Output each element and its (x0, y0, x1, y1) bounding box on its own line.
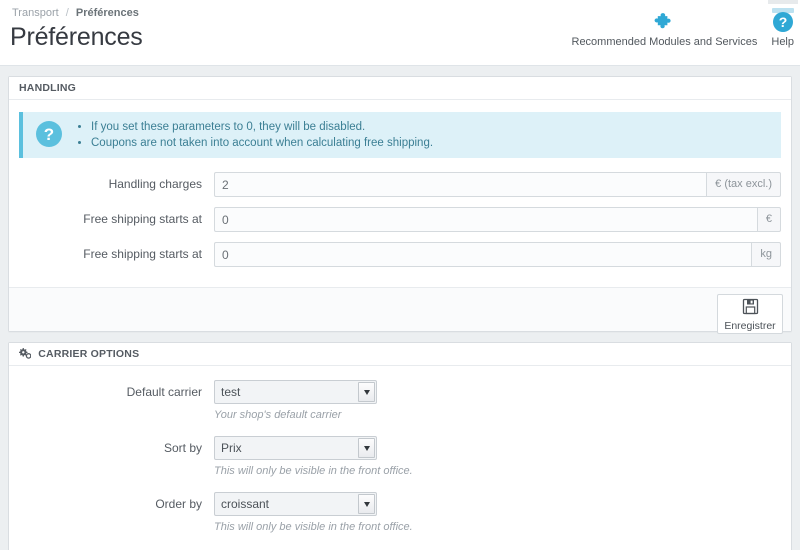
cogs-icon (18, 348, 34, 361)
default-carrier-help: Your shop's default carrier (214, 409, 342, 421)
order-by-row: Order by croissant This will only be vis… (19, 492, 781, 534)
order-by-select[interactable]: croissant (214, 492, 377, 516)
handling-panel-heading: HANDLING (9, 77, 791, 100)
carrier-options-panel: CARRIER OPTIONS Default carrier test You… (8, 342, 792, 550)
sort-by-select[interactable]: Prix (214, 436, 377, 460)
sort-by-help: This will only be visible in the front o… (214, 465, 413, 477)
breadcrumb-separator: / (65, 7, 69, 19)
breadcrumb-parent[interactable]: Transport (12, 7, 59, 19)
free-shipping-weight-row: Free shipping starts at kg (19, 242, 781, 267)
order-by-label: Order by (155, 497, 202, 511)
info-alert-bullet: Coupons are not taken into account when … (91, 135, 433, 151)
default-carrier-row: Default carrier test Your shop's default… (19, 380, 781, 422)
default-carrier-label: Default carrier (126, 385, 202, 399)
recommended-modules-button[interactable]: Recommended Modules and Services (571, 8, 758, 49)
recommended-modules-label: Recommended Modules and Services (571, 36, 758, 48)
free-shipping-weight-unit: kg (751, 242, 781, 267)
carrier-options-heading: CARRIER OPTIONS (38, 348, 140, 360)
free-shipping-price-row: Free shipping starts at € (19, 207, 781, 232)
free-shipping-price-label: Free shipping starts at (83, 212, 202, 226)
free-shipping-weight-input[interactable] (214, 242, 752, 267)
svg-text:?: ? (44, 125, 54, 144)
handling-panel-footer: Enregistrer (9, 287, 791, 334)
handling-charges-unit: € (tax excl.) (706, 172, 781, 197)
header-actions: Recommended Modules and Services ? Help (571, 8, 794, 49)
page-content: HANDLING ? If you set these parameters t… (0, 66, 800, 550)
info-alert-list: If you set these parameters to 0, they w… (75, 119, 433, 151)
sort-by-label: Sort by (163, 441, 202, 455)
app-page: Transport / Préférences Préférences Reco… (0, 0, 800, 550)
svg-text:?: ? (778, 14, 787, 30)
page-header: Transport / Préférences Préférences Reco… (0, 0, 800, 66)
handling-charges-label: Handling charges (108, 177, 202, 191)
save-floppy-icon (742, 298, 759, 319)
puzzle-icon (572, 8, 758, 34)
free-shipping-weight-label: Free shipping starts at (83, 247, 202, 261)
save-handling-label: Enregistrer (724, 319, 776, 332)
sort-by-row: Sort by Prix This will only be visible i… (19, 436, 781, 478)
carrier-options-body: Default carrier test Your shop's default… (9, 366, 791, 550)
carrier-options-heading-row: CARRIER OPTIONS (9, 343, 791, 366)
help-label: Help (771, 36, 794, 48)
order-by-help: This will only be visible in the front o… (214, 521, 413, 533)
info-alert-bullet: If you set these parameters to 0, they w… (91, 119, 433, 135)
breadcrumb-current: Préférences (75, 7, 139, 19)
handling-panel: HANDLING ? If you set these parameters t… (8, 76, 792, 334)
question-circle-icon: ? (35, 120, 63, 151)
help-circle-icon: ? (771, 8, 794, 34)
info-alert: ? If you set these parameters to 0, they… (19, 112, 781, 158)
free-shipping-price-unit: € (756, 207, 781, 232)
default-carrier-select[interactable]: test (214, 380, 377, 404)
help-button[interactable]: ? Help (771, 8, 794, 49)
scrollbar-nub[interactable] (768, 0, 798, 4)
handling-charges-input[interactable] (214, 172, 707, 197)
handling-charges-row: Handling charges € (tax excl.) (19, 172, 781, 197)
handling-panel-body: ? If you set these parameters to 0, they… (9, 100, 791, 287)
free-shipping-price-input[interactable] (214, 207, 757, 232)
save-handling-button[interactable]: Enregistrer (717, 294, 783, 334)
